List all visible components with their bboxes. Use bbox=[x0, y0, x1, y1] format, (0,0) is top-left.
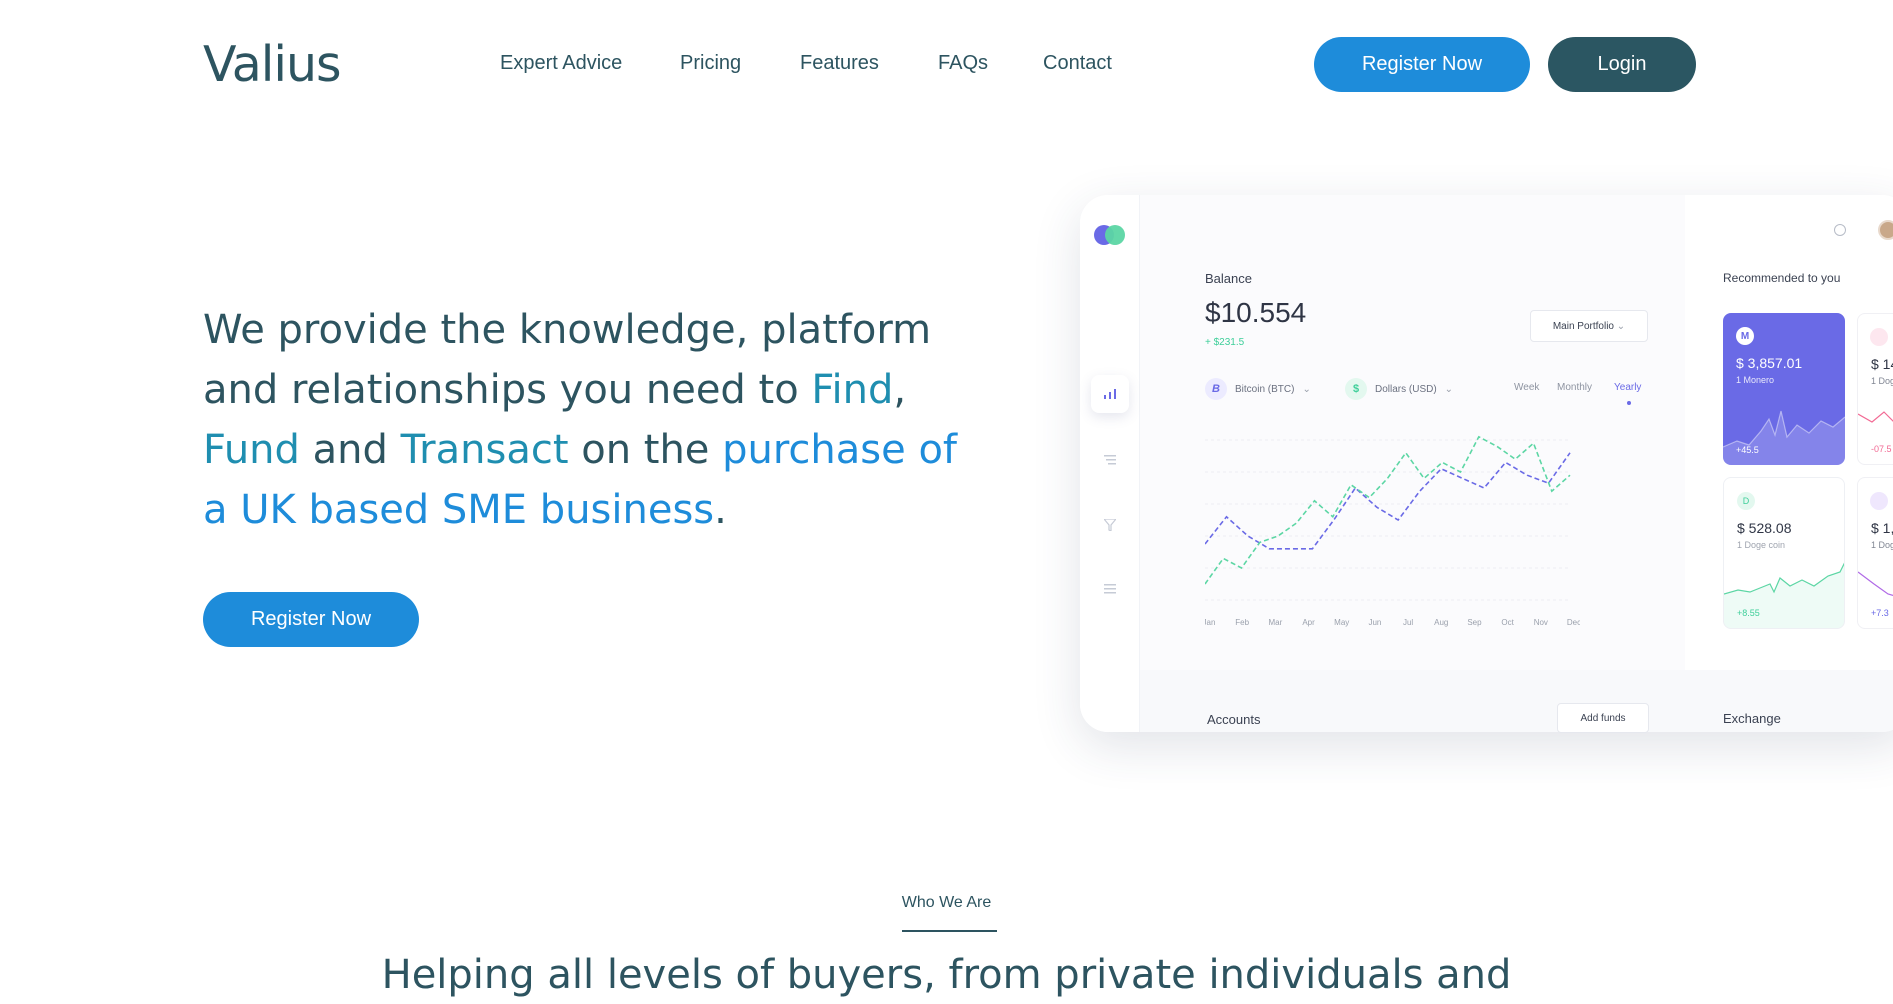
purple-card-sub: 1 Dog bbox=[1871, 540, 1893, 550]
section-heading: Helping all levels of buyers, from priva… bbox=[381, 952, 1512, 998]
balance-line-chart: Jan Feb Mar Apr May Jun Jul Aug Sep Oct Nov Dec bbox=[1205, 435, 1580, 627]
avatar bbox=[1878, 220, 1893, 240]
nav-expert-advice[interactable]: Expert Advice bbox=[500, 52, 622, 75]
nav-features[interactable]: Features bbox=[800, 52, 879, 75]
coin-select-btc-label: Bitcoin (BTC) bbox=[1235, 383, 1295, 395]
monero-sub: 1 Monero bbox=[1736, 375, 1775, 385]
coin-icon bbox=[1870, 328, 1888, 346]
x-tick-label: Dec bbox=[1567, 618, 1580, 627]
purple-card-price: $ 1, bbox=[1871, 520, 1893, 536]
hero-highlight-fund: Fund bbox=[203, 427, 300, 473]
filter-icon bbox=[1091, 506, 1129, 544]
balance-delta: + $231.5 bbox=[1205, 337, 1245, 348]
exchange-label: Exchange bbox=[1723, 711, 1781, 726]
x-tick-label: Jul bbox=[1403, 618, 1413, 627]
chevron-down-icon: ⌄ bbox=[1302, 383, 1311, 395]
hero-text-part: , bbox=[893, 367, 907, 413]
portfolio-select: Main Portfolio ⌄ bbox=[1530, 310, 1648, 342]
monero-price: $ 3,857.01 bbox=[1736, 355, 1803, 371]
x-tick-label: Oct bbox=[1501, 618, 1514, 627]
nav-pricing[interactable]: Pricing bbox=[680, 52, 741, 75]
coin-select-usd-label: Dollars (USD) bbox=[1375, 383, 1437, 395]
monero-icon: M bbox=[1736, 327, 1754, 345]
hero-highlight-transact: Transact bbox=[400, 427, 569, 473]
x-tick-label: Aug bbox=[1434, 618, 1448, 627]
balance-label: Balance bbox=[1205, 271, 1252, 286]
x-tick-label: Apr bbox=[1302, 618, 1315, 627]
pink-card-price: $ 14 bbox=[1871, 356, 1893, 372]
add-funds-button: Add funds bbox=[1557, 703, 1649, 733]
pink-sparkline bbox=[1858, 411, 1893, 423]
hero-text-part: and bbox=[299, 427, 401, 473]
who-we-are-label: Who We Are bbox=[901, 894, 992, 911]
register-now-button-hero[interactable]: Register Now bbox=[203, 592, 419, 647]
valius-logo[interactable]: Valius bbox=[203, 40, 342, 89]
period-monthly: Monthly bbox=[1557, 382, 1593, 393]
hero-text-part: on the bbox=[568, 427, 723, 473]
hero-text-part: . bbox=[714, 487, 727, 533]
period-week: Week bbox=[1514, 382, 1540, 393]
x-tick-label: Sep bbox=[1467, 618, 1482, 627]
doge-icon: D bbox=[1737, 492, 1755, 510]
x-tick-label: Feb bbox=[1235, 618, 1249, 627]
chevron-down-icon: ⌄ bbox=[1444, 383, 1454, 395]
list-icon bbox=[1091, 441, 1129, 479]
period-yearly: Yearly bbox=[1614, 382, 1642, 393]
purple-sparkline bbox=[1858, 571, 1893, 597]
dashboard-logo-icon bbox=[1094, 225, 1126, 245]
coin-icon bbox=[1870, 492, 1888, 510]
series-line-0 bbox=[1205, 452, 1571, 550]
bitcoin-icon: B bbox=[1205, 378, 1227, 400]
hero-headline: We provide the knowledge, platform and r… bbox=[203, 300, 963, 540]
recommended-title: Recommended to you bbox=[1723, 271, 1841, 285]
doge-card: D $ 528.08 1 Doge coin +8.55 bbox=[1723, 477, 1845, 629]
dashboard-sidebar bbox=[1080, 195, 1140, 732]
pink-card-sub: 1 Dog bbox=[1871, 376, 1893, 386]
chevron-down-icon: ⌄ bbox=[1616, 320, 1626, 332]
coin-card-partial-pink: $ 14 1 Dog -07.5 bbox=[1857, 313, 1893, 465]
period-active-indicator bbox=[1627, 401, 1631, 405]
x-tick-label: Mar bbox=[1268, 618, 1282, 627]
portfolio-select-label: Main Portfolio bbox=[1552, 320, 1614, 332]
nav-faqs[interactable]: FAQs bbox=[938, 52, 988, 75]
pink-card-delta: -07.5 bbox=[1871, 444, 1892, 454]
x-tick-label: Nov bbox=[1534, 618, 1548, 627]
x-tick-label: Jun bbox=[1368, 618, 1381, 627]
balance-value: $10.554 bbox=[1205, 297, 1307, 328]
nav-contact[interactable]: Contact bbox=[1043, 52, 1112, 75]
settings-sliders-icon bbox=[1091, 570, 1129, 608]
bar-chart-icon bbox=[1091, 375, 1129, 413]
coin-select-btc: B Bitcoin (BTC) ⌄ bbox=[1205, 378, 1311, 400]
series-line-1 bbox=[1205, 435, 1571, 585]
search-icon bbox=[1834, 224, 1846, 236]
who-we-are-underline bbox=[902, 930, 997, 932]
x-tick-label: Jan bbox=[1205, 618, 1215, 627]
monero-card: M $ 3,857.01 1 Monero +45.5 bbox=[1723, 313, 1845, 465]
x-tick-label: May bbox=[1334, 618, 1349, 627]
coin-select-usd: $ Dollars (USD) ⌄ bbox=[1345, 378, 1453, 400]
dollar-icon: $ bbox=[1345, 378, 1367, 400]
register-now-button-header[interactable]: Register Now bbox=[1314, 37, 1530, 92]
monero-delta: +45.5 bbox=[1736, 445, 1759, 455]
login-button[interactable]: Login bbox=[1548, 37, 1696, 92]
doge-price: $ 528.08 bbox=[1737, 520, 1792, 536]
doge-delta: +8.55 bbox=[1737, 608, 1760, 618]
hero-highlight-find: Find bbox=[811, 367, 894, 413]
purple-card-delta: +7.3 bbox=[1871, 608, 1889, 618]
accounts-label: Accounts bbox=[1207, 712, 1261, 727]
coin-card-partial-purple: $ 1, 1 Dog +7.3 bbox=[1857, 477, 1893, 629]
